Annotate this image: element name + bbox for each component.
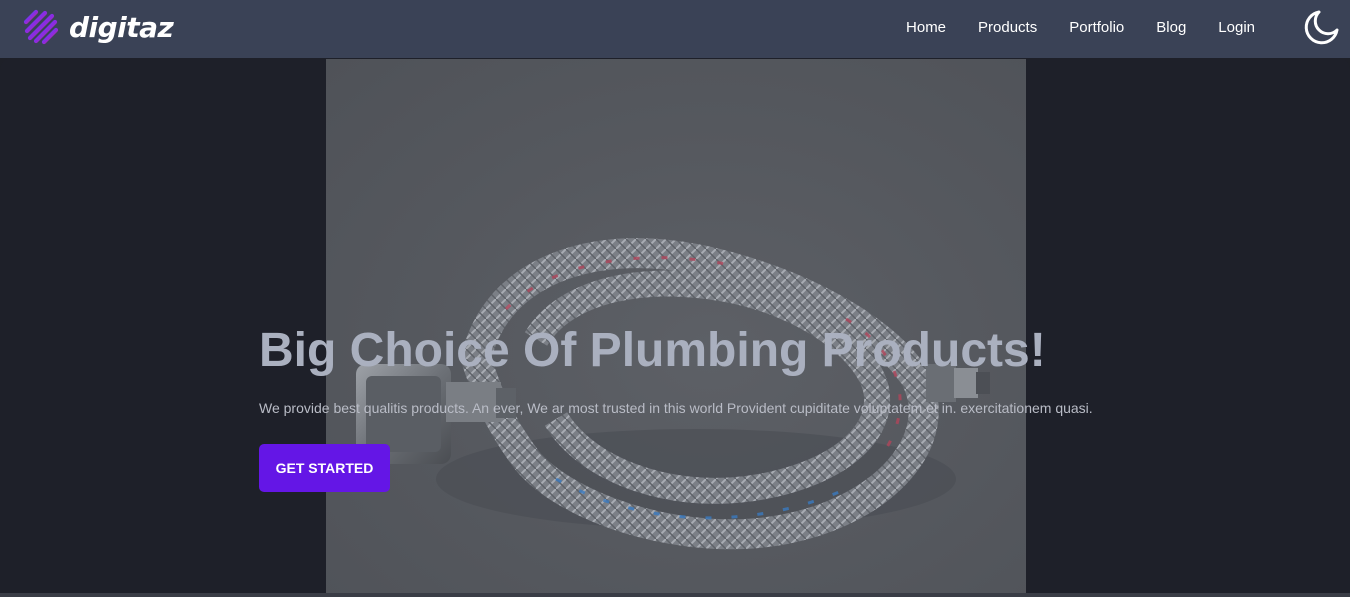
hero-title: Big Choice Of Plumbing Products! [259,324,1046,377]
crescent-moon-icon [1304,10,1339,45]
brand-logo[interactable]: digitaz [22,6,174,50]
nav-home[interactable]: Home [906,19,946,36]
main-nav: Home Products Portfolio Blog Login [874,0,1255,54]
hero-subtitle: We provide best qualitis products. An ev… [259,400,1093,416]
theme-toggle-button[interactable] [1304,9,1340,45]
nav-blog[interactable]: Blog [1156,19,1186,36]
page-bottom-divider [0,593,1350,597]
nav-portfolio[interactable]: Portfolio [1069,19,1124,36]
top-navbar: digitaz Home Products Portfolio Blog Log… [0,0,1350,58]
hero-section: Big Choice Of Plumbing Products! We prov… [0,58,1350,593]
nav-products[interactable]: Products [978,19,1037,36]
brand-name: digitaz [69,11,174,44]
brand-logo-icon [23,9,59,45]
get-started-button[interactable]: GET STARTED [259,444,390,492]
nav-login[interactable]: Login [1218,19,1255,36]
